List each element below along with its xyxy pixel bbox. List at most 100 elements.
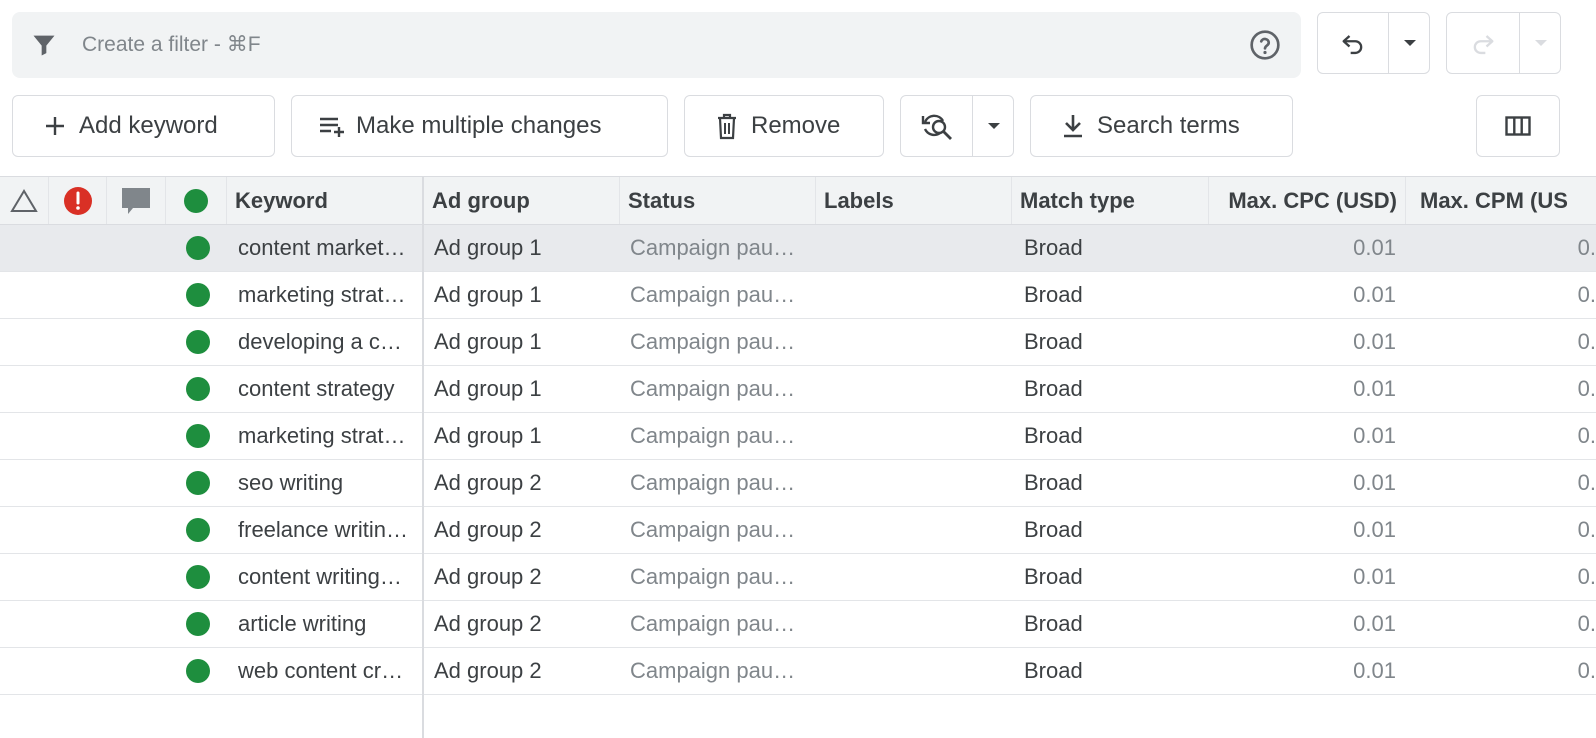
table-row[interactable]: web content cr… Ad group 2 Campaign pau… Br… bbox=[0, 648, 1596, 695]
labels-cell[interactable] bbox=[824, 413, 1004, 459]
redo-dropdown-button[interactable] bbox=[1519, 13, 1561, 73]
labels-cell[interactable] bbox=[824, 507, 1004, 553]
keyword-cell[interactable]: content writing… bbox=[238, 554, 418, 600]
remove-button[interactable]: Remove bbox=[684, 95, 884, 157]
match-type-cell[interactable]: Broad bbox=[1024, 225, 1204, 271]
match-type-cell[interactable]: Broad bbox=[1024, 601, 1204, 647]
status-cell[interactable]: Campaign pau… bbox=[630, 366, 806, 412]
status-dot-column-header[interactable] bbox=[166, 177, 227, 224]
max-cpm-cell[interactable]: 0. bbox=[1410, 601, 1596, 647]
ad-group-cell[interactable]: Ad group 2 bbox=[434, 554, 614, 600]
max-cpm-cell[interactable]: 0. bbox=[1410, 460, 1596, 506]
table-row[interactable]: marketing strat… Ad group 1 Campaign pau… B… bbox=[0, 413, 1596, 460]
match-type-cell[interactable]: Broad bbox=[1024, 554, 1204, 600]
match-type-cell[interactable]: Broad bbox=[1024, 507, 1204, 553]
labels-column-header[interactable]: Labels bbox=[816, 177, 1012, 224]
keyword-cell[interactable]: marketing strat… bbox=[238, 413, 418, 459]
keyword-cell[interactable]: developing a c… bbox=[238, 319, 418, 365]
keyword-cell[interactable]: content strategy bbox=[238, 366, 418, 412]
labels-cell[interactable] bbox=[824, 366, 1004, 412]
search-terms-button[interactable]: Search terms bbox=[1030, 95, 1293, 157]
status-cell[interactable]: Campaign pau… bbox=[630, 413, 806, 459]
max-cpc-cell[interactable]: 0.01 bbox=[1210, 319, 1396, 365]
labels-cell[interactable] bbox=[824, 225, 1004, 271]
labels-cell[interactable] bbox=[824, 648, 1004, 694]
labels-cell[interactable] bbox=[824, 319, 1004, 365]
keyword-cell[interactable]: freelance writin… bbox=[238, 507, 418, 553]
table-row[interactable]: content market… Ad group 1 Campaign pau… Br… bbox=[0, 225, 1596, 272]
redo-button[interactable] bbox=[1447, 13, 1519, 73]
status-cell[interactable]: Campaign pau… bbox=[630, 648, 806, 694]
table-row[interactable]: freelance writin… Ad group 2 Campaign pau…… bbox=[0, 507, 1596, 554]
max-cpm-cell[interactable]: 0. bbox=[1410, 225, 1596, 271]
max-cpm-column-header[interactable]: Max. CPM (US bbox=[1406, 177, 1596, 224]
refresh-dropdown-button[interactable] bbox=[972, 96, 1014, 156]
match-type-cell[interactable]: Broad bbox=[1024, 319, 1204, 365]
comments-column-header[interactable] bbox=[107, 177, 166, 224]
error-column-header[interactable] bbox=[49, 177, 107, 224]
add-keyword-button[interactable]: Add keyword bbox=[12, 95, 275, 157]
keyword-cell[interactable]: seo writing bbox=[238, 460, 418, 506]
table-row[interactable]: content writing… Ad group 2 Campaign pau… B… bbox=[0, 554, 1596, 601]
max-cpm-cell[interactable]: 0. bbox=[1410, 554, 1596, 600]
table-row[interactable]: content strategy Ad group 1 Campaign pau… B… bbox=[0, 366, 1596, 413]
ad-group-cell[interactable]: Ad group 1 bbox=[434, 272, 614, 318]
max-cpc-cell[interactable]: 0.01 bbox=[1210, 225, 1396, 271]
ad-group-cell[interactable]: Ad group 2 bbox=[434, 460, 614, 506]
status-cell[interactable]: Campaign pau… bbox=[630, 272, 806, 318]
status-cell[interactable]: Campaign pau… bbox=[630, 507, 806, 553]
max-cpm-cell[interactable]: 0. bbox=[1410, 272, 1596, 318]
keyword-cell[interactable]: article writing bbox=[238, 601, 418, 647]
undo-dropdown-button[interactable] bbox=[1388, 13, 1430, 73]
warning-column-header[interactable] bbox=[0, 177, 49, 224]
max-cpm-cell[interactable]: 0. bbox=[1410, 648, 1596, 694]
ad-group-cell[interactable]: Ad group 1 bbox=[434, 319, 614, 365]
labels-cell[interactable] bbox=[824, 554, 1004, 600]
status-cell[interactable]: Campaign pau… bbox=[630, 225, 806, 271]
max-cpc-cell[interactable]: 0.01 bbox=[1210, 460, 1396, 506]
labels-cell[interactable] bbox=[824, 601, 1004, 647]
refresh-search-button[interactable] bbox=[901, 96, 972, 156]
match-type-cell[interactable]: Broad bbox=[1024, 648, 1204, 694]
match-type-cell[interactable]: Broad bbox=[1024, 272, 1204, 318]
labels-cell[interactable] bbox=[824, 272, 1004, 318]
max-cpc-column-header[interactable]: Max. CPC (USD) bbox=[1209, 177, 1406, 224]
columns-button[interactable] bbox=[1476, 95, 1560, 157]
table-row[interactable]: developing a c… Ad group 1 Campaign pau… Br… bbox=[0, 319, 1596, 366]
ad-group-cell[interactable]: Ad group 1 bbox=[434, 413, 614, 459]
make-multiple-changes-button[interactable]: Make multiple changes bbox=[291, 95, 668, 157]
max-cpc-cell[interactable]: 0.01 bbox=[1210, 272, 1396, 318]
table-row[interactable]: article writing Ad group 2 Campaign pau… Br… bbox=[0, 601, 1596, 648]
keyword-cell[interactable]: content market… bbox=[238, 225, 418, 271]
max-cpc-cell[interactable]: 0.01 bbox=[1210, 366, 1396, 412]
status-column-header[interactable]: Status bbox=[620, 177, 816, 224]
ad-group-cell[interactable]: Ad group 2 bbox=[434, 601, 614, 647]
status-cell[interactable]: Campaign pau… bbox=[630, 319, 806, 365]
match-type-cell[interactable]: Broad bbox=[1024, 413, 1204, 459]
table-row[interactable]: seo writing Ad group 2 Campaign pau… Broad 0… bbox=[0, 460, 1596, 507]
max-cpm-cell[interactable]: 0. bbox=[1410, 507, 1596, 553]
status-cell[interactable]: Campaign pau… bbox=[630, 554, 806, 600]
max-cpc-cell[interactable]: 0.01 bbox=[1210, 601, 1396, 647]
help-circle-icon[interactable] bbox=[1249, 29, 1281, 61]
table-row[interactable]: marketing strat… Ad group 1 Campaign pau… B… bbox=[0, 272, 1596, 319]
ad-group-cell[interactable]: Ad group 1 bbox=[434, 225, 614, 271]
status-cell[interactable]: Campaign pau… bbox=[630, 601, 806, 647]
max-cpm-cell[interactable]: 0. bbox=[1410, 413, 1596, 459]
labels-cell[interactable] bbox=[824, 460, 1004, 506]
max-cpm-cell[interactable]: 0. bbox=[1410, 366, 1596, 412]
keyword-cell[interactable]: marketing strat… bbox=[238, 272, 418, 318]
undo-button[interactable] bbox=[1318, 13, 1388, 73]
status-cell[interactable]: Campaign pau… bbox=[630, 460, 806, 506]
max-cpc-cell[interactable]: 0.01 bbox=[1210, 507, 1396, 553]
keyword-cell[interactable]: web content cr… bbox=[238, 648, 418, 694]
ad-group-cell[interactable]: Ad group 2 bbox=[434, 507, 614, 553]
ad-group-column-header[interactable]: Ad group bbox=[424, 177, 620, 224]
max-cpm-cell[interactable]: 0. bbox=[1410, 319, 1596, 365]
match-type-cell[interactable]: Broad bbox=[1024, 366, 1204, 412]
keyword-column-header[interactable]: Keyword bbox=[227, 177, 423, 224]
max-cpc-cell[interactable]: 0.01 bbox=[1210, 554, 1396, 600]
ad-group-cell[interactable]: Ad group 2 bbox=[434, 648, 614, 694]
max-cpc-cell[interactable]: 0.01 bbox=[1210, 648, 1396, 694]
match-type-cell[interactable]: Broad bbox=[1024, 460, 1204, 506]
